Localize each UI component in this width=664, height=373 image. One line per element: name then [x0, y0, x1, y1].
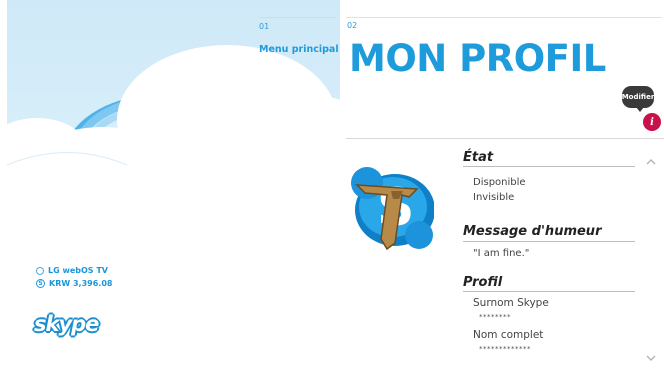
- edit-button-tail: [636, 107, 644, 112]
- status-section-title: État: [463, 150, 494, 165]
- full-name-label: Nom complet: [473, 329, 544, 341]
- page-title: MON PROFIL: [349, 37, 606, 80]
- left-panel: 01 Menu principal LG webOS TV S KRW 3,39…: [7, 0, 340, 373]
- chevron-down-icon[interactable]: [646, 353, 656, 363]
- header-divider: [346, 17, 662, 18]
- mood-section-divider: [463, 241, 635, 242]
- profile-section-title: Profil: [463, 275, 503, 290]
- step-index-2: 02: [347, 21, 358, 30]
- profile-section-divider: [463, 291, 635, 292]
- mood-message[interactable]: "I am fine.": [473, 248, 529, 259]
- content-divider: [346, 138, 664, 139]
- account-info: LG webOS TV S KRW 3,396.08: [36, 264, 112, 290]
- skype-logo: skype: [34, 312, 99, 336]
- mood-section-title: Message d'humeur: [463, 224, 602, 239]
- status-option-available[interactable]: Disponible: [473, 177, 526, 188]
- device-row: LG webOS TV: [36, 264, 112, 277]
- status-circle-icon: [36, 266, 44, 275]
- step-index-1: 01: [259, 22, 270, 31]
- status-section-divider: [463, 166, 635, 167]
- edit-button[interactable]: Modifier: [622, 86, 654, 108]
- currency-icon: S: [36, 279, 45, 288]
- chevron-up-icon[interactable]: [646, 157, 656, 167]
- step-divider: [259, 17, 337, 18]
- full-name-value: *************: [479, 345, 531, 353]
- right-panel: 02 MON PROFIL Modifier i S État Disponib…: [340, 0, 664, 373]
- balance-label: KRW 3,396.08: [49, 279, 113, 288]
- device-label: LG webOS TV: [48, 266, 108, 275]
- skype-name-value: ********: [479, 313, 511, 321]
- status-option-invisible[interactable]: Invisible: [473, 192, 514, 203]
- skype-name-label: Surnom Skype: [473, 297, 549, 309]
- main-menu-link[interactable]: Menu principal: [259, 44, 339, 55]
- balance-row: S KRW 3,396.08: [36, 277, 112, 290]
- skype-tie-avatar: S: [347, 155, 434, 254]
- info-button[interactable]: i: [643, 113, 661, 131]
